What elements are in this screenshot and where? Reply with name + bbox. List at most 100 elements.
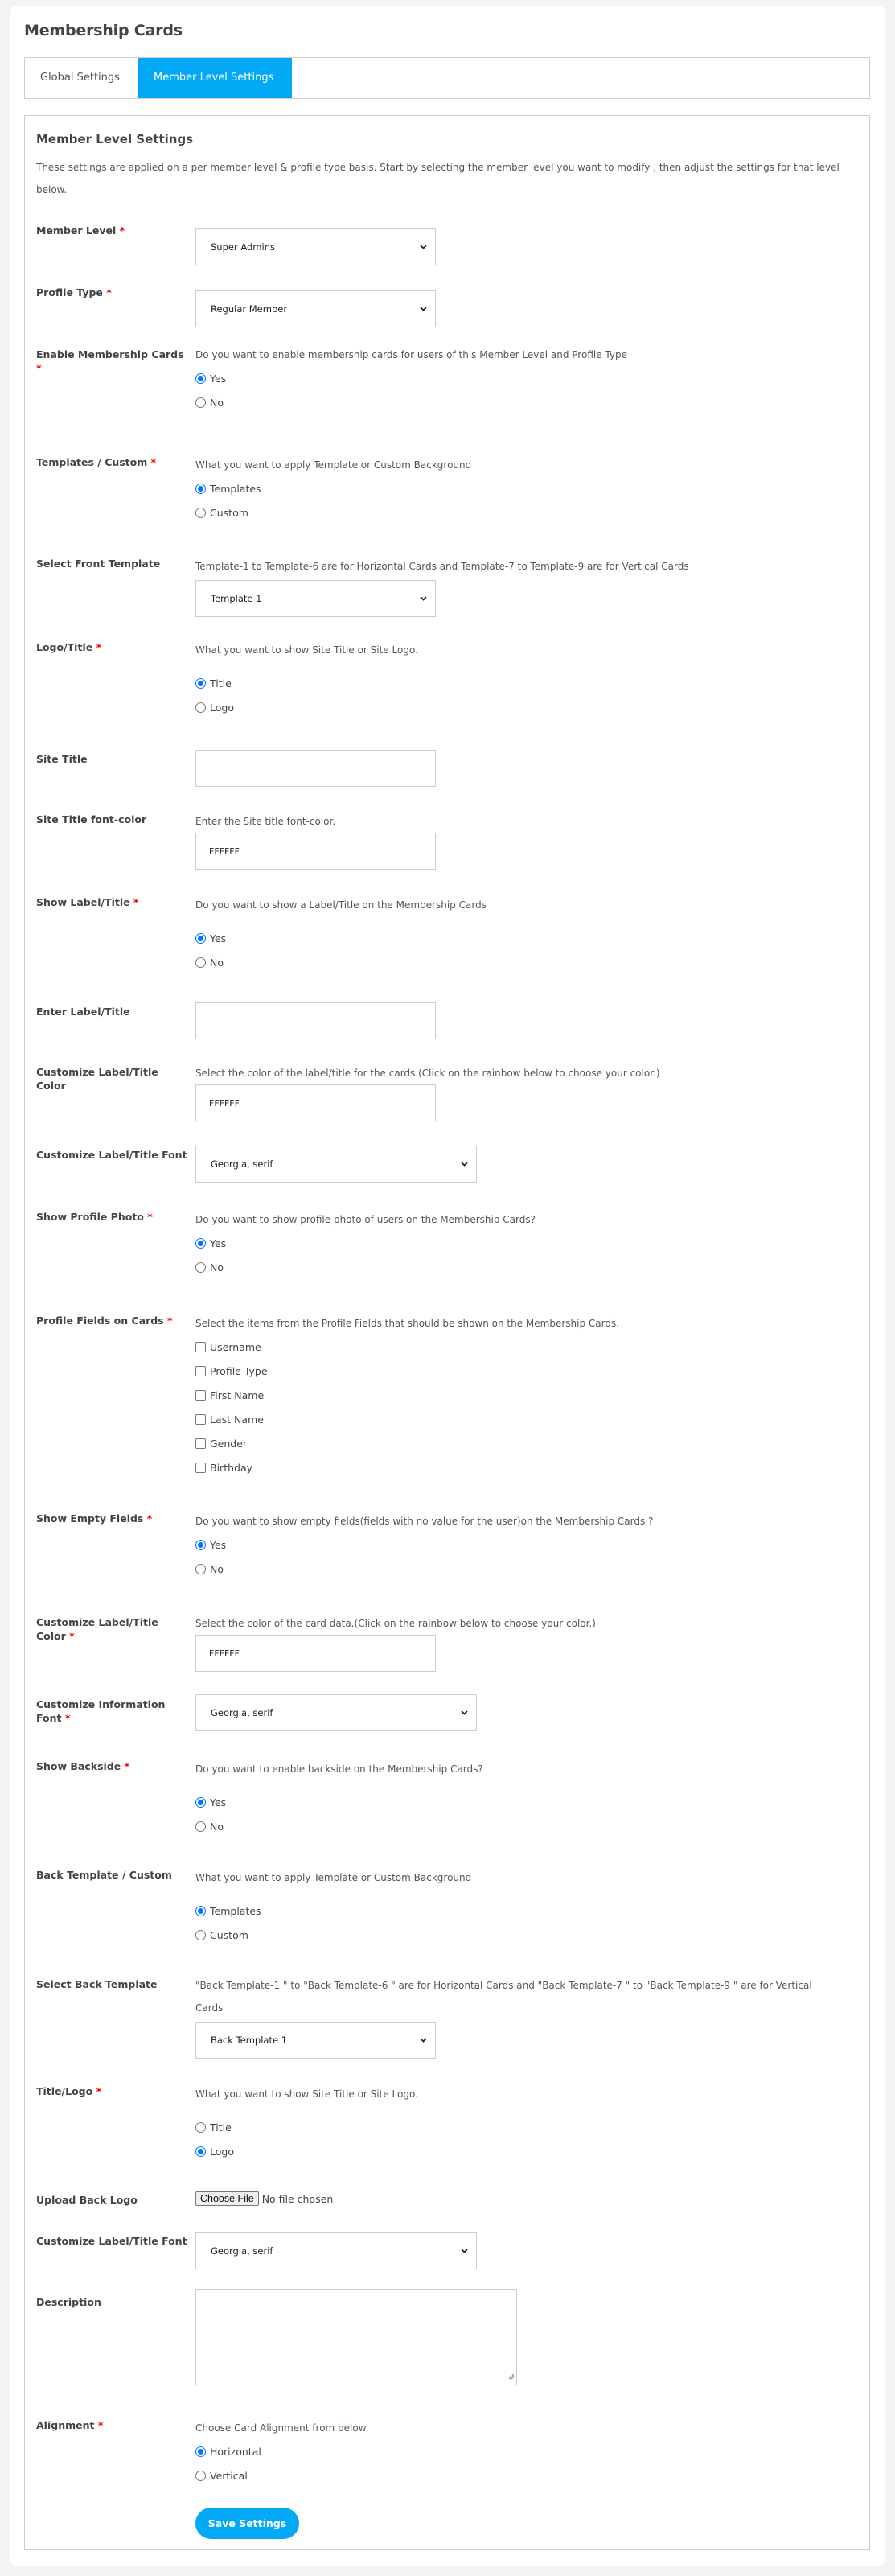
- description-textarea[interactable]: [195, 2289, 517, 2385]
- select-value: Super Admins: [211, 241, 275, 253]
- profile-fields-label: Profile Fields on Cards *: [36, 1314, 189, 1327]
- show-empty-no[interactable]: No: [195, 1557, 861, 1581]
- radio-checked-icon: [195, 483, 206, 494]
- back-template-select[interactable]: Back Template 1: [195, 2022, 436, 2059]
- back-label-font-label: Customize Label/Title Font: [36, 2235, 187, 2247]
- site-title-color-label: Site Title font-color: [36, 813, 147, 825]
- logo-title-title-option[interactable]: Title: [195, 671, 861, 695]
- option-label: Logo: [210, 2145, 234, 2158]
- title-logo-title-option[interactable]: Title: [195, 2115, 861, 2139]
- enable-cards-label: Enable Membership Cards *: [36, 348, 189, 375]
- tab-member-level-settings[interactable]: Member Level Settings: [138, 58, 292, 98]
- panel-description: These settings are applied on a per memb…: [36, 162, 840, 195]
- save-settings-button[interactable]: Save Settings: [195, 2508, 299, 2539]
- show-photo-no[interactable]: No: [195, 1255, 861, 1279]
- back-custom-option[interactable]: Custom: [195, 1923, 861, 1947]
- logo-title-logo-option[interactable]: Logo: [195, 695, 861, 719]
- show-label-label: Show Label/Title *: [36, 895, 189, 909]
- enable-cards-yes[interactable]: Yes: [195, 366, 861, 390]
- field-gender-checkbox[interactable]: Gender: [195, 1431, 861, 1455]
- radio-unchecked-icon: [195, 507, 206, 518]
- panel-title: Member Level Settings: [36, 132, 194, 146]
- label-color-input[interactable]: FFFFFF: [195, 1084, 436, 1121]
- show-backside-label: Show Backside *: [36, 1759, 189, 1773]
- show-empty-yes[interactable]: Yes: [195, 1533, 861, 1557]
- logo-title-label: Logo/Title *: [36, 640, 189, 654]
- checkbox-icon: [195, 1438, 206, 1449]
- radio-checked-icon: [195, 1539, 206, 1550]
- option-label: Gender: [210, 1437, 248, 1450]
- title-logo-logo-option[interactable]: Logo: [195, 2139, 861, 2163]
- show-photo-hint: Do you want to show profile photo of use…: [195, 1214, 536, 1225]
- templates-custom-label: Templates / Custom *: [36, 455, 189, 469]
- profile-type-select[interactable]: Regular Member: [195, 290, 436, 327]
- label-text: Enable Membership Cards: [36, 348, 184, 360]
- radio-unchecked-icon: [195, 957, 206, 968]
- show-backside-no[interactable]: No: [195, 1814, 861, 1838]
- option-label: No: [210, 1562, 224, 1575]
- field-first-name-checkbox[interactable]: First Name: [195, 1383, 861, 1407]
- chevron-down-icon: [460, 1709, 468, 1717]
- back-templates-option[interactable]: Templates: [195, 1899, 861, 1923]
- logo-title-hint: What you want to show Site Title or Site…: [195, 644, 418, 656]
- data-color-label: Customize Label/Title Color *: [36, 1615, 189, 1643]
- required-marker: *: [166, 1315, 173, 1327]
- option-label: No: [210, 396, 224, 409]
- checkbox-icon: [195, 1341, 206, 1352]
- option-label: Templates: [210, 1904, 261, 1917]
- enter-label-input[interactable]: [195, 1002, 436, 1039]
- alignment-hint: Choose Card Alignment from below: [195, 2422, 367, 2434]
- enable-cards-hint: Do you want to enable membership cards f…: [195, 349, 627, 360]
- show-label-hint: Do you want to show a Label/Title on the…: [195, 899, 487, 911]
- back-label-font-select[interactable]: Georgia, serif: [195, 2232, 477, 2269]
- show-backside-yes[interactable]: Yes: [195, 1790, 861, 1814]
- field-username-checkbox[interactable]: Username: [195, 1335, 861, 1359]
- file-status: No file chosen: [261, 2192, 334, 2205]
- label-font-select[interactable]: Georgia, serif: [195, 1146, 477, 1183]
- resize-grip-icon[interactable]: [508, 2368, 515, 2383]
- chevron-down-icon: [460, 1160, 468, 1168]
- front-template-select[interactable]: Template 1: [195, 580, 436, 617]
- choose-file-button[interactable]: Choose File: [195, 2191, 259, 2206]
- front-template-hint: Template-1 to Template-6 are for Horizon…: [195, 561, 689, 572]
- radio-unchecked-icon: [195, 702, 206, 713]
- site-title-input[interactable]: [195, 750, 436, 787]
- data-color-input[interactable]: FFFFFF: [195, 1635, 436, 1672]
- chevron-down-icon: [419, 2036, 427, 2044]
- radio-checked-icon: [195, 2146, 206, 2157]
- info-font-select[interactable]: Georgia, serif: [195, 1694, 477, 1731]
- back-templates-custom-label: Back Template / Custom: [36, 1869, 172, 1881]
- front-template-label: Select Front Template: [36, 558, 161, 570]
- required-marker: *: [146, 1512, 153, 1525]
- show-photo-yes[interactable]: Yes: [195, 1231, 861, 1255]
- show-label-no[interactable]: No: [195, 950, 861, 974]
- required-marker: *: [64, 1712, 71, 1724]
- option-label: Logo: [210, 701, 234, 714]
- alignment-vertical-option[interactable]: Vertical: [195, 2463, 861, 2488]
- option-label: Username: [210, 1340, 261, 1353]
- label-color-label: Customize Label/Title Color: [36, 1066, 158, 1092]
- templates-option[interactable]: Templates: [195, 476, 861, 500]
- show-label-yes[interactable]: Yes: [195, 926, 861, 950]
- site-title-color-input[interactable]: FFFFFF: [195, 833, 436, 870]
- custom-option[interactable]: Custom: [195, 500, 861, 525]
- required-marker: *: [147, 1211, 153, 1223]
- radio-checked-icon: [195, 1237, 206, 1249]
- field-last-name-checkbox[interactable]: Last Name: [195, 1407, 861, 1431]
- templates-custom-hint: What you want to apply Template or Custo…: [195, 459, 472, 471]
- radio-checked-icon: [195, 1905, 206, 1916]
- member-level-select[interactable]: Super Admins: [195, 228, 436, 265]
- enable-cards-no[interactable]: No: [195, 390, 861, 414]
- profile-fields-hint: Select the items from the Profile Fields…: [195, 1318, 620, 1329]
- required-marker: *: [96, 2085, 102, 2097]
- option-label: Birthday: [210, 1461, 253, 1474]
- field-profile-type-checkbox[interactable]: Profile Type: [195, 1359, 861, 1383]
- field-birthday-checkbox[interactable]: Birthday: [195, 1455, 861, 1479]
- required-marker: *: [150, 456, 157, 468]
- required-marker: *: [97, 2419, 104, 2431]
- required-marker: *: [133, 896, 139, 908]
- select-value: Georgia, serif: [211, 2245, 273, 2257]
- show-empty-hint: Do you want to show empty fields(fields …: [195, 1516, 654, 1527]
- alignment-horizontal-option[interactable]: Horizontal: [195, 2439, 861, 2463]
- tab-global-settings[interactable]: Global Settings: [25, 58, 138, 98]
